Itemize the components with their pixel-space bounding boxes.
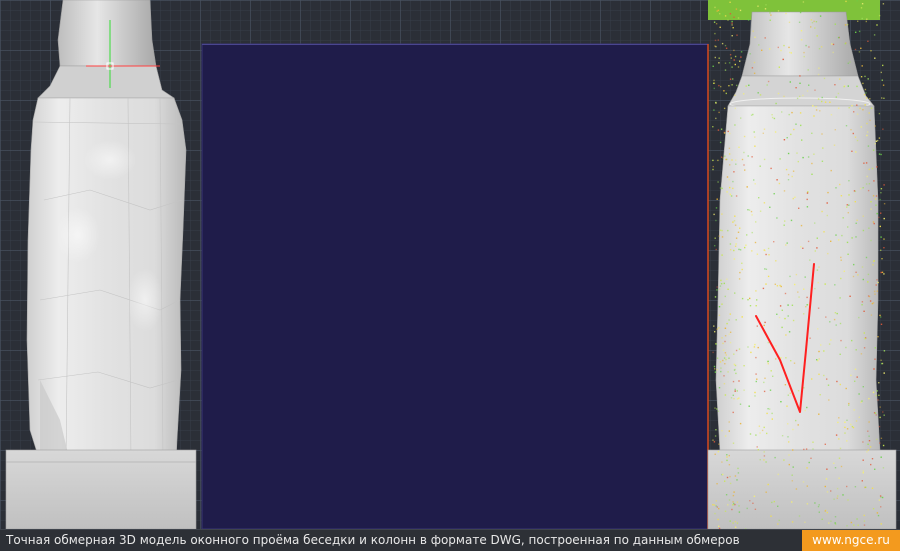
caption-bar: Точная обмерная 3D модель оконного проём… — [0, 529, 900, 551]
right-column-base — [707, 449, 897, 529]
site-link[interactable]: www.ngce.ru — [802, 530, 900, 551]
left-column-neck — [57, 0, 157, 67]
right-column[interactable] — [707, 0, 897, 529]
left-column-capital — [37, 65, 175, 99]
left-column[interactable] — [5, 0, 197, 529]
right-column-shaft — [715, 105, 881, 453]
window-opening — [201, 43, 709, 529]
cad-viewport[interactable] — [0, 0, 900, 529]
caption-text: Точная обмерная 3D модель оконного проём… — [6, 533, 740, 547]
model-scene — [5, 0, 897, 529]
right-column-capital — [727, 75, 875, 107]
